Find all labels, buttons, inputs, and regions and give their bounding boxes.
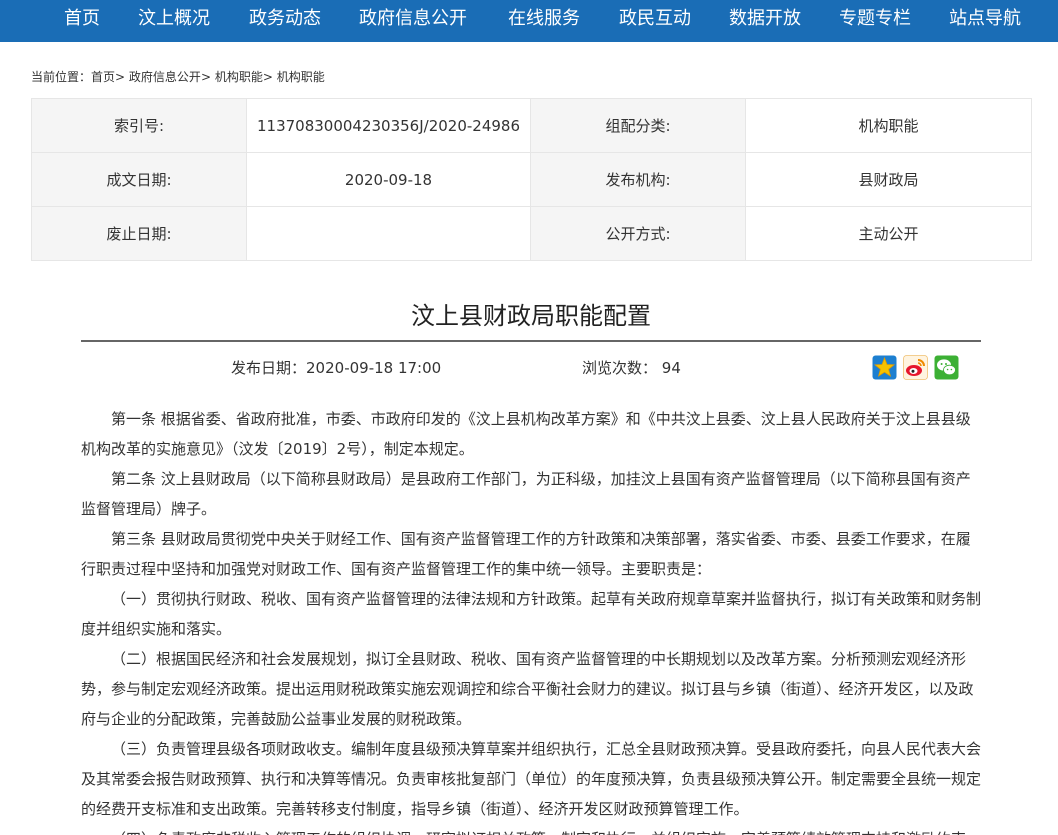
breadcrumb-item-home[interactable]: 首页 <box>91 70 115 84</box>
category-label: 组配分类: <box>530 98 746 153</box>
page-title: 汶上县财政局职能配置 <box>411 302 651 330</box>
expire-label: 废止日期: <box>31 206 247 261</box>
index-label: 索引号: <box>31 98 247 153</box>
weibo-icon[interactable] <box>903 355 928 380</box>
article-paragraph: 第三条 县财政局贯彻党中央关于财经工作、国有资产监督管理工作的方针政策和决策部署… <box>81 530 971 578</box>
method-label: 公开方式: <box>530 206 746 261</box>
metadata-table: 索引号: 11370830004230356J/2020-24986 组配分类:… <box>31 98 1032 261</box>
breadcrumb-separator: > <box>115 70 126 84</box>
nav-item-overview[interactable]: 汶上概况 <box>138 0 210 42</box>
article-paragraph: （一）贯彻执行财政、税收、国有资产监督管理的法律法规和方针政策。起草有关政府规章… <box>81 590 982 638</box>
metadata-row: 索引号: 11370830004230356J/2020-24986 组配分类:… <box>31 98 1032 153</box>
nav-item-interaction[interactable]: 政民互动 <box>619 0 691 42</box>
category-value: 机构职能 <box>745 98 1032 153</box>
article-paragraph: （三）负责管理县级各项财政收支。编制年度县级预决算草案并组织执行，汇总全县财政预… <box>81 740 982 818</box>
date-value: 2020-09-18 <box>246 152 531 207</box>
index-value: 11370830004230356J/2020-24986 <box>246 98 531 153</box>
breadcrumb-separator: > <box>200 70 211 84</box>
expire-value <box>246 206 531 261</box>
breadcrumb-separator: > <box>262 70 273 84</box>
metadata-row: 成文日期: 2020-09-18 发布机构: 县财政局 <box>31 152 1032 207</box>
breadcrumb-item-org-function[interactable]: 机构职能 <box>215 70 263 84</box>
view-count-label: 浏览次数： <box>582 359 658 377</box>
nav-item-site-map[interactable]: 站点导航 <box>949 0 1021 42</box>
publisher-value: 县财政局 <box>745 152 1032 207</box>
breadcrumb: 当前位置：首页> 政府信息公开> 机构职能> 机构职能 <box>31 69 325 85</box>
breadcrumb-item-org-function-current[interactable]: 机构职能 <box>277 70 325 84</box>
article-paragraph: 第一条 根据省委、省政府批准，市委、市政府印发的《汶上县机构改革方案》和《中共汶… <box>81 410 971 458</box>
method-value: 主动公开 <box>745 206 1032 261</box>
view-count-value: 94 <box>661 359 681 377</box>
nav-item-open-data[interactable]: 数据开放 <box>729 0 801 42</box>
nav-item-home[interactable]: 首页 <box>64 0 100 42</box>
article-paragraph: （四）负责政府非税收入管理工作的组织协调，研究拟订相关政策，制定和执行，并组织实… <box>81 824 981 835</box>
top-nav: 首页 汶上概况 政务动态 政府信息公开 在线服务 政民互动 数据开放 专题专栏 … <box>0 0 1058 42</box>
article-paragraph: （二）根据国民经济和社会发展规划，拟订全县财政、税收、国有资产监督管理的中长期规… <box>81 650 974 728</box>
publisher-label: 发布机构: <box>530 152 746 207</box>
title-divider <box>81 340 981 342</box>
metadata-row: 废止日期: 公开方式: 主动公开 <box>31 206 1032 261</box>
qzone-icon[interactable] <box>872 355 897 380</box>
view-count: 浏览次数： 94 <box>582 358 681 378</box>
date-label: 成文日期: <box>31 152 247 207</box>
article-body: 第一条 根据省委、省政府批准，市委、市政府印发的《汶上县机构改革方案》和《中共汶… <box>81 404 981 835</box>
publish-date-value: 2020-09-18 17:00 <box>306 359 442 377</box>
nav-item-online-service[interactable]: 在线服务 <box>508 0 580 42</box>
publish-date: 发布日期：2020-09-18 17:00 <box>231 358 441 378</box>
breadcrumb-prefix: 当前位置： <box>31 70 92 84</box>
nav-item-info-disclosure[interactable]: 政府信息公开 <box>359 0 467 42</box>
nav-item-news[interactable]: 政务动态 <box>249 0 321 42</box>
nav-item-special-topics[interactable]: 专题专栏 <box>839 0 911 42</box>
publish-date-label: 发布日期： <box>231 359 307 377</box>
article-paragraph: 第二条 汶上县财政局（以下简称县财政局）是县政府工作部门，为正科级，加挂汶上县国… <box>81 470 971 518</box>
wechat-icon[interactable] <box>934 355 959 380</box>
breadcrumb-item-info-disclosure[interactable]: 政府信息公开 <box>129 70 201 84</box>
